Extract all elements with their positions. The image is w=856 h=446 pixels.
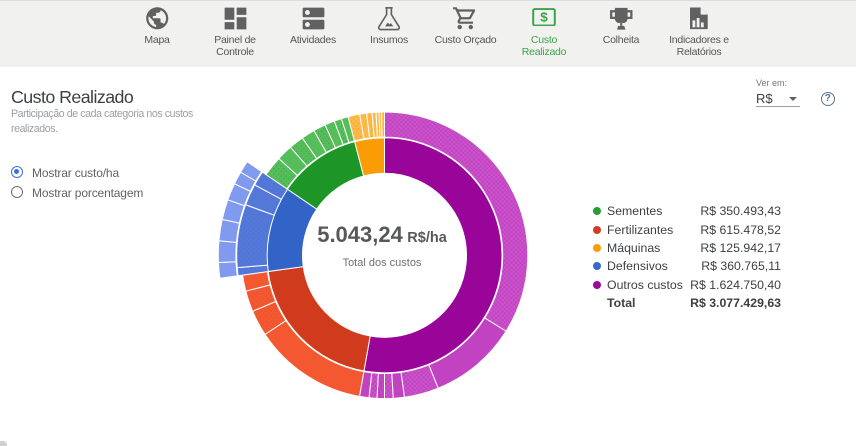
svg-text:$: $ — [540, 10, 548, 24]
